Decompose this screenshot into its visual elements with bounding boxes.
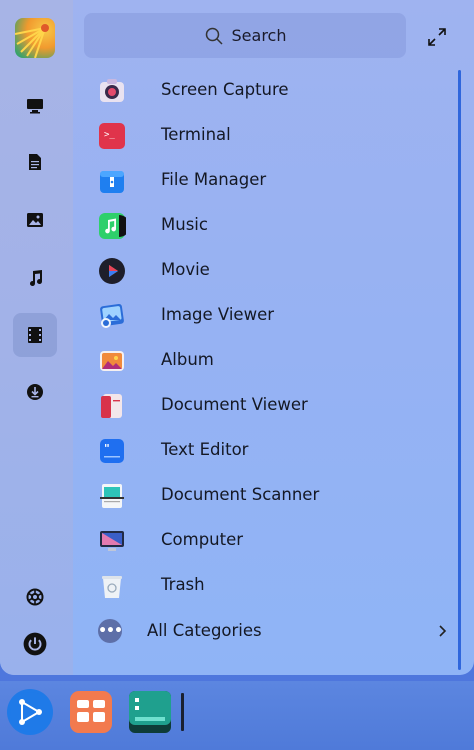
launcher-icon	[10, 692, 50, 732]
settings-icon	[26, 588, 44, 606]
list-item-document-viewer[interactable]: Document Viewer	[84, 383, 454, 428]
download-icon	[27, 384, 43, 400]
all-categories-button[interactable]: ••• All Categories	[84, 610, 454, 654]
scrollbar[interactable]	[458, 70, 461, 670]
search-icon	[205, 27, 223, 45]
terminal-dock-icon	[129, 691, 171, 733]
sidebar-item-desktop[interactable]	[13, 84, 57, 128]
more-icon: •••	[98, 619, 123, 643]
list-item-album[interactable]: Album	[84, 338, 454, 383]
avatar[interactable]	[15, 18, 55, 58]
svg-text:>_: >_	[104, 130, 115, 140]
search-input[interactable]: Search	[84, 13, 406, 58]
desktop-icon	[27, 99, 43, 114]
terminal-icon: >_	[99, 123, 125, 149]
fullscreen-button[interactable]	[424, 24, 450, 50]
list-item-document-scanner[interactable]: Document Scanner	[84, 473, 454, 518]
settings-button[interactable]	[13, 575, 57, 619]
trash-icon	[102, 576, 122, 598]
list-item-text-editor[interactable]: " Text Editor	[84, 428, 454, 473]
sidebar-item-videos[interactable]	[13, 313, 57, 357]
list-item-computer[interactable]: Computer	[84, 518, 454, 563]
file-manager-icon	[100, 171, 124, 193]
list-item-movie[interactable]: Movie	[84, 248, 454, 293]
power-icon	[23, 632, 47, 656]
multitask-icon	[70, 691, 112, 733]
music-icon	[99, 213, 126, 239]
list-item-image-viewer[interactable]: Image Viewer	[84, 293, 454, 338]
sidebar-item-downloads[interactable]	[13, 370, 57, 414]
power-button[interactable]	[13, 622, 57, 666]
launcher-window: Search Screen Capture >_ Terminal File M…	[0, 0, 474, 675]
picture-icon	[27, 213, 43, 227]
expand-icon	[428, 28, 446, 46]
list-item-terminal[interactable]: >_ Terminal	[84, 113, 454, 158]
video-icon	[28, 327, 42, 343]
sidebar	[0, 0, 73, 675]
document-icon	[29, 154, 41, 170]
multitask-view-button[interactable]	[68, 689, 114, 735]
album-icon	[100, 351, 124, 371]
dock-divider	[181, 693, 184, 731]
all-categories-label: All Categories	[147, 621, 262, 640]
text-editor-icon: "	[100, 439, 124, 463]
sidebar-item-pictures[interactable]	[13, 198, 57, 242]
dock	[0, 681, 474, 750]
chevron-right-icon	[439, 625, 447, 637]
screen-capture-icon	[100, 79, 124, 102]
image-viewer-icon	[100, 303, 124, 328]
document-scanner-icon	[100, 484, 124, 508]
list-item-music[interactable]: Music	[84, 203, 454, 248]
document-viewer-icon	[101, 394, 122, 418]
list-item-screen-capture[interactable]: Screen Capture	[84, 68, 454, 113]
music-note-icon	[30, 270, 43, 287]
movie-icon	[99, 258, 125, 284]
list-item-file-manager[interactable]: File Manager	[84, 158, 454, 203]
launcher-button[interactable]	[7, 689, 53, 735]
app-list: Screen Capture >_ Terminal File Manager	[84, 68, 454, 608]
sidebar-item-music[interactable]	[13, 256, 57, 300]
search-placeholder: Search	[231, 26, 287, 45]
computer-icon	[100, 531, 124, 551]
svg-text:": "	[104, 442, 110, 455]
sidebar-item-documents[interactable]	[13, 140, 57, 184]
terminal-dock-button[interactable]	[127, 689, 173, 735]
list-item-trash[interactable]: Trash	[84, 563, 454, 608]
